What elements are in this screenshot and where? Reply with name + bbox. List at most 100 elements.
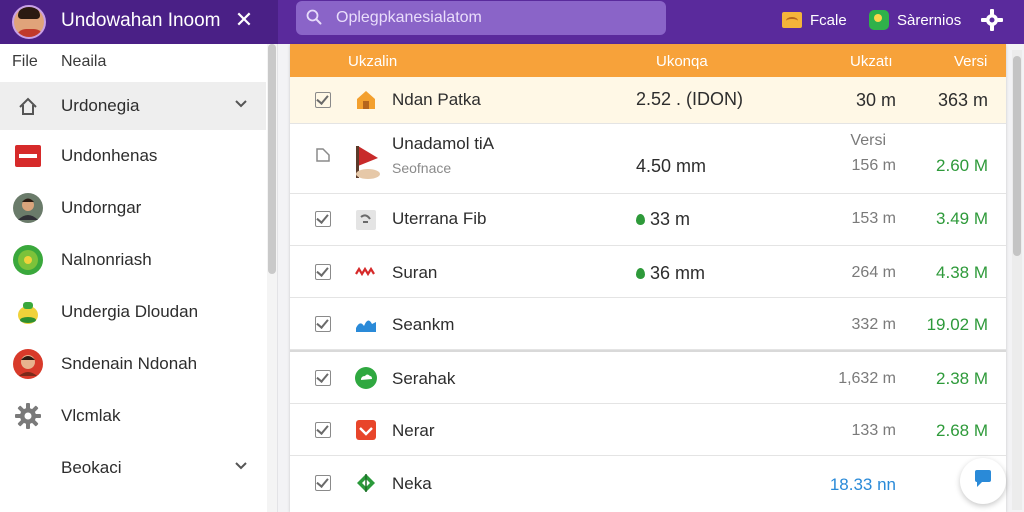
sidebar-item-beokaci[interactable]: Beokaci bbox=[0, 444, 266, 492]
table-row[interactable]: Uterrana Fib 33 m 153 m 3.49 M bbox=[290, 194, 1006, 246]
row-name: Nerar bbox=[392, 421, 435, 440]
chat-bubble-icon bbox=[975, 470, 991, 487]
file-table: Ukzalin Ukonqa Ukzatı Versi Ndan Patka 2… bbox=[290, 44, 1006, 512]
satellite-app-icon bbox=[869, 10, 889, 30]
bag-icon bbox=[18, 302, 38, 324]
sidebar: File Neaila Urdonegia Undonhenas Undorng… bbox=[0, 44, 278, 512]
table-header: Ukzalin Ukonqa Ukzatı Versi bbox=[290, 44, 1006, 77]
flag-icon bbox=[15, 145, 41, 167]
row-version: 4.38 M bbox=[936, 263, 988, 282]
row-date: 264 m bbox=[851, 264, 896, 281]
house-icon bbox=[357, 91, 375, 109]
row-checkbox[interactable] bbox=[315, 475, 331, 491]
row-name: Seankm bbox=[392, 315, 455, 334]
sidebar-item-nalnonriash[interactable]: Nalnonriash bbox=[0, 236, 266, 284]
services-label: Sàrernios bbox=[897, 11, 962, 29]
row-date: 133 m bbox=[851, 422, 896, 439]
main-scrollbar-thumb[interactable] bbox=[1013, 56, 1021, 256]
table-row[interactable]: Seankm 332 m 19.02 M bbox=[290, 298, 1006, 350]
status-dot-icon bbox=[636, 268, 645, 279]
sidebar-item-undonhenas[interactable]: Undonhenas bbox=[0, 132, 266, 180]
chevron-down-icon[interactable] bbox=[233, 96, 249, 112]
top-bar: Undowahan Inoom ✕ Fcale Sàrernios bbox=[0, 0, 1024, 44]
row-size-wrap: 36 mm bbox=[636, 263, 705, 284]
row-date: 1,632 m bbox=[838, 370, 896, 387]
table-row[interactable]: Nerar 133 m 2.68 M bbox=[290, 404, 1006, 456]
green-leaf-icon bbox=[357, 474, 375, 492]
folder-icon bbox=[782, 12, 802, 28]
status-dot-icon bbox=[636, 214, 645, 225]
row-name: Suran bbox=[392, 263, 438, 282]
sidebar-item-label: Beokaci bbox=[61, 458, 122, 477]
close-icon[interactable]: ✕ bbox=[232, 6, 256, 34]
search-bar[interactable] bbox=[296, 1, 666, 35]
row-checkbox[interactable] bbox=[315, 211, 331, 227]
sidebar-item-label: Nalnonriash bbox=[61, 250, 152, 269]
table-row[interactable]: Unadamol tiA Seofnace 4.50 mm Versi 156 … bbox=[290, 124, 1006, 194]
services-button[interactable]: Sàrernios bbox=[869, 8, 961, 32]
sidebar-item-sndenain-ndonah[interactable]: Sndenain Ndonah bbox=[0, 340, 266, 388]
column-header-size[interactable]: Ukonqa bbox=[656, 53, 708, 70]
row-date-label: Versi bbox=[850, 132, 886, 149]
green-cloud-icon bbox=[355, 367, 377, 389]
file-outline-icon[interactable] bbox=[315, 147, 331, 163]
sidebar-item-undergia-dloudan[interactable]: Undergia Dloudan bbox=[0, 288, 266, 336]
column-header-version[interactable]: Versi bbox=[954, 53, 987, 70]
sidebar-item-label: Vlcmlak bbox=[61, 406, 121, 425]
row-version: 2.60 M bbox=[936, 156, 988, 175]
app-header: Undowahan Inoom ✕ bbox=[0, 0, 278, 44]
row-checkbox[interactable] bbox=[315, 316, 331, 332]
chat-button[interactable] bbox=[960, 458, 1006, 504]
user-avatar[interactable] bbox=[12, 5, 46, 39]
row-size: 33 m bbox=[650, 209, 691, 229]
sidebar-item-vlcmlak[interactable]: Vlcmlak bbox=[0, 392, 266, 440]
row-name: Unadamol tiA bbox=[392, 134, 495, 153]
red-gift-icon bbox=[356, 420, 376, 440]
main-scrollbar[interactable] bbox=[1012, 50, 1022, 510]
row-name: Neka bbox=[392, 474, 432, 493]
row-name: Ndan Patka bbox=[392, 90, 481, 109]
column-header-name[interactable]: Ukzalin bbox=[348, 53, 397, 70]
row-checkbox[interactable] bbox=[315, 370, 331, 386]
row-subtitle: Seofnace bbox=[392, 160, 452, 176]
sidebar-item-label: Undonhenas bbox=[61, 146, 158, 165]
sidebar-item-undorngar[interactable]: Undorngar bbox=[0, 184, 266, 232]
row-version: 19.02 M bbox=[926, 315, 988, 334]
row-date: 332 m bbox=[851, 316, 896, 333]
row-version: 2.68 M bbox=[936, 421, 988, 440]
row-checkbox[interactable] bbox=[315, 92, 331, 108]
gear-icon[interactable] bbox=[980, 8, 1004, 32]
sidebar-item-label: Urdonegia bbox=[61, 96, 140, 115]
menu-file[interactable]: File bbox=[12, 53, 38, 71]
table-row[interactable]: Serahak 1,632 m 2.38 M bbox=[290, 350, 1006, 404]
row-date: 30 m bbox=[855, 90, 896, 110]
row-checkbox[interactable] bbox=[315, 264, 331, 280]
menu-neaila[interactable]: Neaila bbox=[61, 53, 106, 71]
flag-icon bbox=[356, 146, 380, 179]
table-row[interactable]: Suran 36 mm 264 m 4.38 M bbox=[290, 246, 1006, 298]
row-version: 3.49 M bbox=[936, 209, 988, 228]
row-size: 2.52 . (IDON) bbox=[636, 89, 744, 109]
row-checkbox[interactable] bbox=[315, 422, 331, 438]
image-icon bbox=[356, 210, 376, 230]
chevron-down-icon[interactable] bbox=[233, 458, 249, 474]
row-version: 363 m bbox=[937, 90, 988, 110]
column-header-date[interactable]: Ukzatı bbox=[850, 53, 893, 70]
row-size-wrap: 33 m bbox=[636, 209, 690, 230]
sidebar-scrollbar-thumb[interactable] bbox=[268, 44, 276, 274]
sidebar-item-urdonegia[interactable]: Urdonegia bbox=[0, 82, 266, 130]
fcale-button[interactable]: Fcale bbox=[782, 8, 847, 32]
table-row[interactable]: Neka 18.33 nn 0. bbox=[290, 456, 1006, 512]
row-size: 4.50 mm bbox=[636, 156, 707, 176]
search-input[interactable] bbox=[336, 7, 656, 29]
table-row[interactable]: Ndan Patka 2.52 . (IDON) 30 m 363 m bbox=[290, 77, 1006, 124]
app-title: Undowahan Inoom bbox=[61, 10, 221, 31]
row-date: 156 m bbox=[851, 157, 896, 174]
sidebar-item-label: Sndenain Ndonah bbox=[61, 354, 198, 373]
green-badge-icon bbox=[13, 245, 43, 275]
person-avatar-icon bbox=[13, 349, 43, 379]
row-version: 2.38 M bbox=[936, 369, 988, 388]
fcale-label: Fcale bbox=[810, 11, 847, 29]
sidebar-scrollbar[interactable] bbox=[267, 44, 277, 512]
row-size: 36 mm bbox=[650, 263, 706, 283]
